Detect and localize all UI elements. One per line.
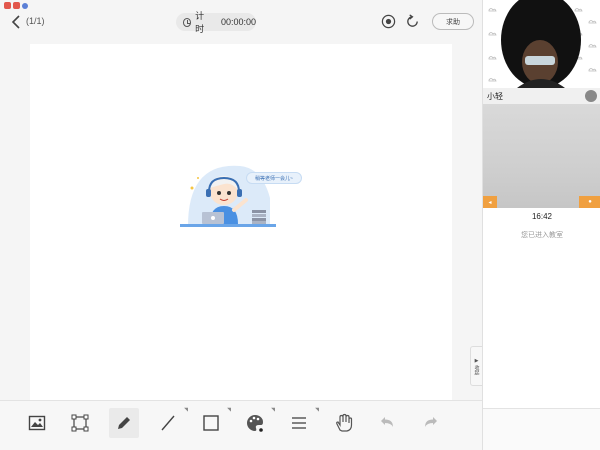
app-root: (1/1) 计时 00:00:00 求助 稍等老师一会儿~ ◥ ◥ ◥ ◥ ▶ …: [0, 0, 600, 450]
line-tool[interactable]: ◥: [153, 407, 188, 438]
image-icon: [28, 415, 46, 431]
chat-timestamp: 16:42: [531, 212, 553, 221]
battery-status: 72%: [582, 3, 597, 10]
timer-value: 00:00:00: [220, 17, 256, 27]
pen-tool[interactable]: [109, 408, 139, 438]
hand-icon: [336, 413, 353, 432]
dropdown-indicator-icon: ◥: [184, 407, 188, 413]
select-tool[interactable]: [65, 408, 95, 438]
teacher-video-frame: [483, 0, 600, 88]
chat-input-area[interactable]: [483, 408, 600, 450]
image-tool[interactable]: [22, 408, 52, 438]
color-palette-tool[interactable]: ◥: [240, 407, 275, 438]
redo-tool[interactable]: [416, 408, 446, 438]
main-area: (1/1) 计时 00:00:00 求助 稍等老师一会儿~ ◥ ◥ ◥ ◥ ▶ …: [0, 0, 483, 450]
line-weight-icon: [292, 417, 306, 429]
record-icon[interactable]: [380, 14, 396, 30]
teacher-name: 小轻: [487, 91, 503, 101]
line-icon: [161, 415, 175, 431]
redo-icon: [425, 417, 437, 427]
drawing-toolbar: ◥ ◥ ◥ ◥: [0, 400, 482, 450]
student-video: ◂ ●: [483, 104, 600, 208]
system-message: 您已进入教室: [521, 232, 563, 239]
microphone-icon[interactable]: ●: [579, 196, 600, 208]
select-icon: [71, 414, 89, 432]
rectangle-icon: [203, 415, 219, 431]
undo-tool[interactable]: [372, 408, 402, 438]
undo-icon: [381, 417, 393, 427]
waiting-message: 稍等老师一会儿~: [246, 172, 302, 184]
line-weight-tool[interactable]: ◥: [284, 407, 319, 438]
teacher-name-bar: 小轻: [483, 88, 600, 104]
camera-toggle-icon[interactable]: ◂: [483, 196, 497, 208]
teacher-at-desk-illustration: [180, 165, 276, 227]
help-button[interactable]: 求助: [432, 13, 474, 30]
teacher-video: 72%: [483, 0, 600, 88]
refresh-icon[interactable]: [404, 14, 420, 30]
dropdown-indicator-icon: ◥: [271, 407, 275, 413]
rectangle-tool[interactable]: ◥: [196, 407, 231, 438]
dropdown-indicator-icon: ◥: [227, 407, 231, 413]
back-arrow-icon[interactable]: [10, 14, 22, 30]
switch-camera-icon[interactable]: [585, 90, 597, 102]
dropdown-indicator-icon: ◥: [315, 407, 319, 413]
top-right-controls: 求助: [380, 13, 474, 30]
triangle-right-icon: ▶: [474, 357, 479, 364]
clock-icon: [183, 17, 192, 27]
side-panel: 72% 小轻 ◂ ● 16:42 您已进入教室: [482, 0, 600, 450]
timer-label: 计时: [195, 11, 205, 34]
collapse-label: 收起: [473, 364, 480, 375]
class-timer: 计时 00:00:00: [176, 11, 256, 34]
palette-icon: [247, 415, 263, 432]
page-counter: (1/1): [26, 16, 45, 26]
waiting-illustration: 稍等老师一会儿~: [180, 158, 304, 230]
top-bar: (1/1) 计时 00:00:00 求助: [0, 0, 482, 44]
pen-icon: [118, 417, 130, 429]
hand-tool[interactable]: [329, 408, 359, 438]
